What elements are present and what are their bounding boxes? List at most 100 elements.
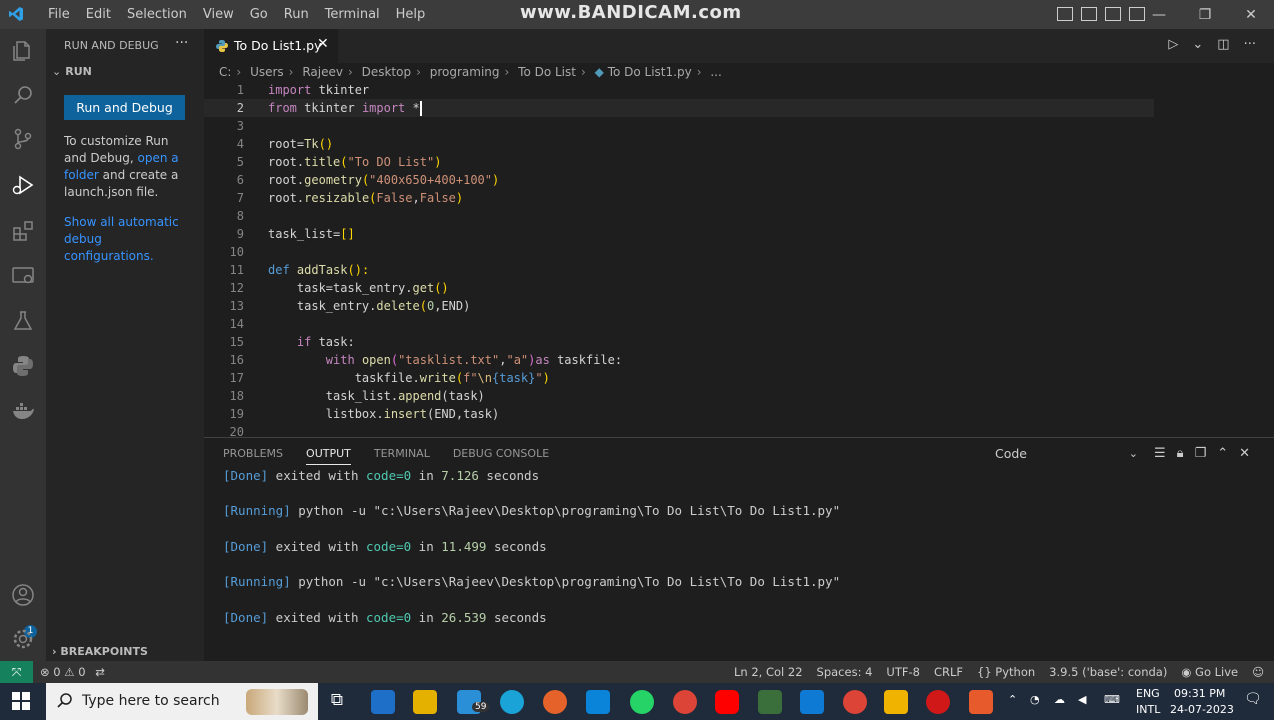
more-actions-icon[interactable]: ··· bbox=[1244, 37, 1256, 52]
close-window-icon[interactable]: ✕ bbox=[1228, 0, 1274, 29]
encoding[interactable]: UTF-8 bbox=[886, 661, 920, 683]
clock-time[interactable]: 09:31 PM bbox=[1174, 687, 1225, 700]
chrome-icon[interactable] bbox=[673, 690, 697, 714]
python-interpreter[interactable]: 3.9.5 ('base': conda) bbox=[1049, 661, 1167, 683]
split-editor-icon[interactable]: ◫ bbox=[1217, 37, 1229, 52]
notification-center-icon[interactable]: 🗨︎ bbox=[1244, 691, 1262, 707]
menu-file[interactable]: File bbox=[40, 0, 78, 29]
run-section-header[interactable]: ⌄ RUN bbox=[52, 65, 92, 78]
output-text: seconds bbox=[478, 468, 540, 483]
volume-icon[interactable]: ◀ bbox=[1078, 693, 1086, 706]
output-channel-select[interactable]: Code ⌄ bbox=[986, 443, 1146, 465]
run-and-debug-button[interactable]: Run and Debug bbox=[64, 95, 185, 120]
end-of-line[interactable]: CRLF bbox=[934, 661, 963, 683]
settings-gear-icon[interactable] bbox=[11, 627, 35, 651]
breadcrumb-item[interactable]: Rajeev bbox=[302, 65, 343, 79]
notes-app-icon[interactable] bbox=[413, 690, 437, 714]
cloud-icon[interactable]: ☁ bbox=[1054, 693, 1065, 706]
search-icon[interactable] bbox=[11, 83, 35, 107]
tab-debug-console[interactable]: DEBUG CONSOLE bbox=[453, 447, 549, 465]
close-panel-icon[interactable]: ✕ bbox=[1239, 446, 1250, 461]
code-line: 7 root.resizable(False,False) bbox=[204, 189, 1154, 207]
vscode-taskbar-icon[interactable] bbox=[800, 690, 824, 714]
docker-icon[interactable] bbox=[11, 399, 35, 423]
toggle-secondary-sidebar-icon[interactable] bbox=[1105, 7, 1121, 21]
youtube-icon[interactable] bbox=[715, 690, 739, 714]
breakpoints-section-header[interactable]: › BREAKPOINTS bbox=[52, 645, 148, 658]
menu-selection[interactable]: Selection bbox=[119, 0, 195, 29]
run-debug-icon[interactable] bbox=[11, 173, 35, 197]
edge-browser-icon[interactable] bbox=[500, 690, 524, 714]
source-control-icon[interactable] bbox=[11, 127, 35, 151]
microsoft-store-icon[interactable] bbox=[586, 690, 610, 714]
output-duration: 26.539 bbox=[441, 610, 487, 625]
lock-scroll-icon[interactable]: 🔒︎ bbox=[1177, 446, 1184, 461]
menu-edit[interactable]: Edit bbox=[78, 0, 119, 29]
whatsapp-icon[interactable] bbox=[630, 690, 654, 714]
feedback-icon[interactable]: ☺ bbox=[1252, 661, 1264, 683]
menu-view[interactable]: View bbox=[195, 0, 242, 29]
chrome-profile-icon[interactable] bbox=[843, 690, 867, 714]
show-hidden-icons-icon[interactable]: ⌃ bbox=[1008, 693, 1017, 706]
clock-date[interactable]: 24-07-2023 bbox=[1170, 703, 1234, 716]
breadcrumb-item[interactable]: programing bbox=[430, 65, 500, 79]
calculator-icon[interactable] bbox=[371, 690, 395, 714]
code-token: ( bbox=[455, 371, 464, 385]
chevron-down-icon[interactable]: ⌄ bbox=[1192, 37, 1203, 52]
language-mode[interactable]: {} Python bbox=[977, 661, 1035, 683]
keyboard-icon[interactable]: ⌨ bbox=[1104, 693, 1120, 706]
breadcrumb-item[interactable]: C: bbox=[219, 65, 231, 79]
extensions-icon[interactable] bbox=[11, 219, 35, 243]
file-explorer-icon[interactable] bbox=[884, 690, 908, 714]
app-icon[interactable] bbox=[758, 690, 782, 714]
show-debug-configurations-link[interactable]: Show all automatic debug configurations. bbox=[64, 214, 192, 265]
windows-start-icon[interactable] bbox=[12, 692, 30, 710]
run-python-file-icon[interactable]: ▷ bbox=[1168, 37, 1178, 52]
bandicam-record-icon[interactable] bbox=[926, 690, 950, 714]
firefox-icon[interactable] bbox=[543, 690, 567, 714]
live-share-icon[interactable]: ⇄ bbox=[95, 665, 105, 679]
tab-terminal[interactable]: TERMINAL bbox=[374, 447, 430, 465]
accounts-icon[interactable] bbox=[11, 583, 35, 607]
problems-indicator[interactable]: ⊗ 0 ⚠ 0 ⇄ bbox=[40, 661, 105, 683]
taskbar-search-box[interactable]: Type here to search bbox=[46, 683, 318, 720]
indentation[interactable]: Spaces: 4 bbox=[817, 661, 873, 683]
menu-terminal[interactable]: Terminal bbox=[317, 0, 388, 29]
code-token: ) bbox=[542, 371, 550, 385]
code-editor[interactable]: 1 import tkinter 2 from tkinter import * 3… bbox=[204, 81, 1274, 437]
cursor-position[interactable]: Ln 2, Col 22 bbox=[734, 661, 803, 683]
input-layout[interactable]: INTL bbox=[1136, 703, 1160, 716]
breadcrumb-item[interactable]: To Do List bbox=[518, 65, 576, 79]
menu-go[interactable]: Go bbox=[242, 0, 276, 29]
go-live-button[interactable]: ◉ Go Live bbox=[1181, 661, 1238, 683]
breadcrumb-item[interactable]: Users bbox=[250, 65, 284, 79]
restore-icon[interactable]: ❐ bbox=[1182, 0, 1228, 29]
close-tab-icon[interactable]: ✕ bbox=[317, 36, 329, 52]
input-language[interactable]: ENG bbox=[1136, 687, 1160, 700]
maximize-panel-icon[interactable]: ⌃ bbox=[1217, 446, 1228, 461]
tab-to-do-list1[interactable]: To Do List1.py ✕ bbox=[204, 29, 338, 63]
menu-help[interactable]: Help bbox=[388, 0, 434, 29]
breadcrumb-item[interactable]: ... bbox=[710, 65, 721, 79]
explorer-icon[interactable] bbox=[11, 39, 35, 63]
remote-explorer-icon[interactable] bbox=[11, 264, 35, 288]
tab-output[interactable]: OUTPUT bbox=[306, 447, 351, 465]
breadcrumb-item[interactable]: To Do List1.py bbox=[608, 65, 692, 79]
more-actions-icon[interactable]: ··· bbox=[175, 35, 188, 51]
tab-problems[interactable]: PROBLEMS bbox=[223, 447, 283, 465]
python-icon[interactable] bbox=[11, 354, 35, 378]
toggle-sidebar-icon[interactable] bbox=[1057, 7, 1073, 21]
store-bag-icon[interactable] bbox=[969, 690, 993, 714]
toggle-panel-icon[interactable] bbox=[1081, 7, 1097, 21]
breadcrumb-item[interactable]: Desktop bbox=[362, 65, 412, 79]
minimize-icon[interactable]: — bbox=[1136, 0, 1182, 29]
output-status-tag: [Done] bbox=[223, 539, 269, 554]
task-view-icon[interactable]: ⧉ bbox=[325, 690, 349, 714]
menu-run[interactable]: Run bbox=[276, 0, 317, 29]
clear-output-icon[interactable]: ☰ bbox=[1154, 446, 1166, 461]
remote-indicator-icon[interactable]: ⤧ bbox=[0, 661, 33, 683]
wifi-icon[interactable]: ◔ bbox=[1030, 693, 1040, 706]
copy-icon[interactable]: ❐ bbox=[1195, 446, 1207, 461]
testing-icon[interactable] bbox=[11, 309, 35, 333]
